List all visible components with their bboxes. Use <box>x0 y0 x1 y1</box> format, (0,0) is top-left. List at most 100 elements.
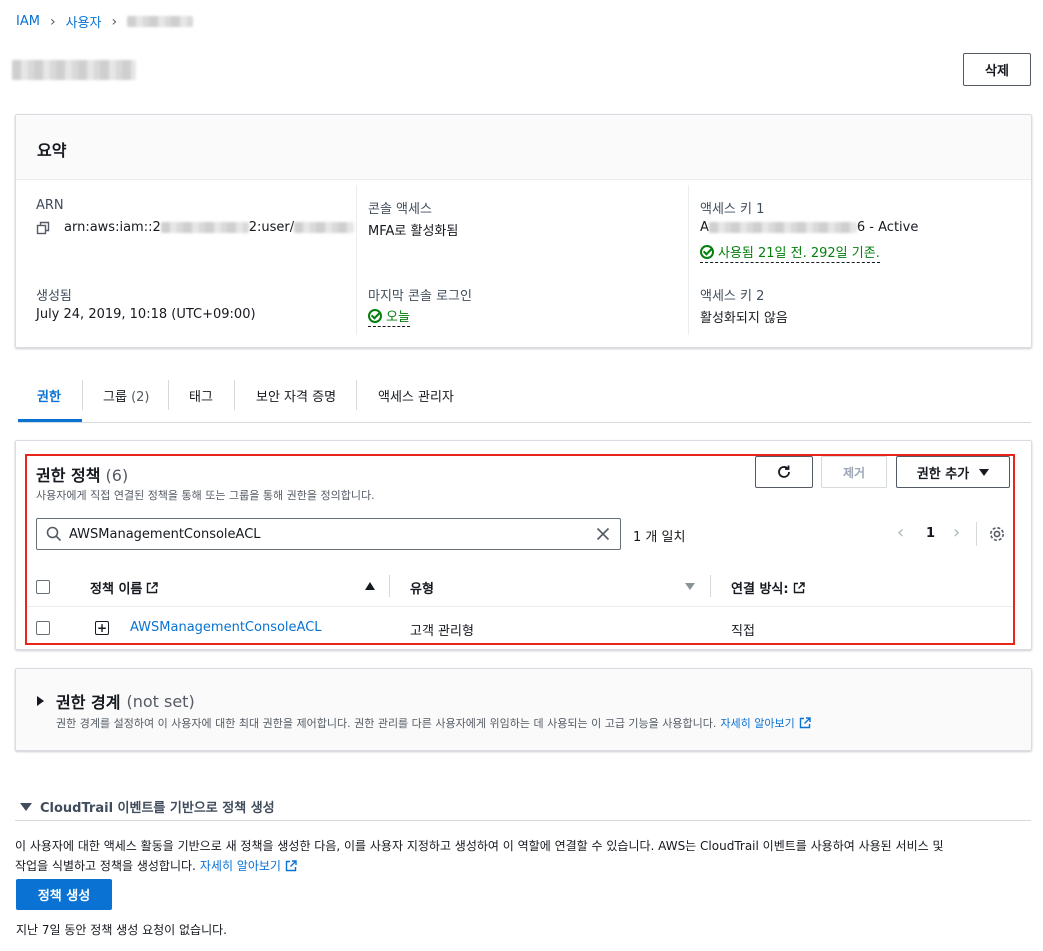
column-divider <box>710 575 711 597</box>
page-title-redacted <box>12 60 136 80</box>
tab-separator <box>356 380 357 410</box>
column-header-attached-via[interactable]: 연결 방식: <box>731 578 805 597</box>
summary-divider-1 <box>356 185 357 335</box>
permissions-description: 사용자에게 직접 연결된 정책을 통해 또는 그룹을 통해 권한을 정의합니다. <box>36 489 375 502</box>
sort-descending-icon[interactable] <box>685 583 695 590</box>
tab-separator <box>234 380 235 410</box>
success-check-icon <box>368 309 382 323</box>
column-header-policy-name[interactable]: 정책 이름 <box>90 578 159 597</box>
add-permissions-button[interactable]: 권한 추가 <box>896 456 1010 488</box>
search-field[interactable]: AWSManagementConsoleACL <box>36 518 621 550</box>
external-link-icon <box>793 581 805 593</box>
tabs-baseline <box>18 422 1031 423</box>
tab-separator <box>168 380 169 410</box>
created-value: July 24, 2019, 10:18 (UTC+09:00) <box>36 307 256 322</box>
pagination-separator <box>976 522 977 546</box>
expand-row-icon[interactable]: + <box>95 621 109 635</box>
search-icon <box>46 526 62 542</box>
permissions-boundary-header[interactable]: 권한 경계 (not set) <box>37 689 195 713</box>
summary-title: 요약 <box>37 141 67 160</box>
breadcrumb-iam-link[interactable]: IAM <box>16 14 40 29</box>
tab-groups-count: (2) <box>131 390 150 405</box>
console-access-value: MFA로 활성화됨 <box>368 224 459 239</box>
search-input[interactable]: AWSManagementConsoleACL <box>69 527 596 542</box>
tab-permissions[interactable]: 권한 <box>37 386 61 405</box>
breadcrumb-username-redacted <box>127 16 194 27</box>
column-divider <box>389 575 390 597</box>
cloudtrail-description-line2: 작업을 식별하고 정책을 생성합니다. <box>15 859 196 873</box>
arn-username-redacted <box>294 222 355 233</box>
console-access-label: 콘솔 액세스 <box>368 202 432 217</box>
access-key-1-status[interactable]: 사용됨 21일 전. 292일 기존. <box>700 242 880 263</box>
column-header-attached-via-label: 연결 방식: <box>731 582 789 597</box>
access-key-1-status-text: 사용됨 21일 전. 292일 기존. <box>718 246 880 261</box>
caret-down-icon <box>979 468 990 476</box>
tab-security-credentials[interactable]: 보안 자격 증명 <box>256 386 336 405</box>
row-checkbox[interactable] <box>36 621 50 635</box>
permissions-boundary-status: (not set) <box>126 691 195 711</box>
tab-separator <box>82 380 83 410</box>
select-all-checkbox[interactable] <box>36 580 50 594</box>
access-key-2-value: 활성화되지 않음 <box>700 311 788 326</box>
success-check-icon <box>700 245 714 259</box>
policy-attach-cell: 직접 <box>731 624 755 639</box>
policy-name-link[interactable]: AWSManagementConsoleACL <box>130 620 322 635</box>
arn-value: arn:aws:iam::2 2:user/ <box>36 220 355 235</box>
cloudtrail-divider <box>15 820 1031 821</box>
match-count: 1 개 일치 <box>633 530 686 545</box>
delete-user-button[interactable]: 삭제 <box>963 53 1031 86</box>
external-link-icon <box>799 717 811 729</box>
cloudtrail-description: 이 사용자에 대한 액세스 활동을 기반으로 새 정책을 생성한 다음, 이를 … <box>15 836 1035 876</box>
arn-prefix: arn:aws:iam::2 <box>64 220 161 235</box>
chevron-right-icon: › <box>111 13 118 30</box>
last-login-text: 오늘 <box>386 310 410 325</box>
summary-divider-2 <box>688 185 689 335</box>
cloudtrail-title: CloudTrail 이벤트를 기반으로 정책 생성 <box>40 801 275 816</box>
settings-gear-icon[interactable] <box>988 525 1006 543</box>
tab-access-advisor[interactable]: 액세스 관리자 <box>378 386 454 405</box>
access-key-1-suffix: 6 - Active <box>856 220 919 235</box>
clear-search-icon[interactable] <box>596 527 610 541</box>
pagination-prev-icon[interactable]: ‹ <box>897 522 904 543</box>
access-key-1-prefix: A <box>700 220 709 235</box>
boundary-learn-more-link[interactable]: 자세히 알아보기 <box>720 715 794 731</box>
cloudtrail-description-line1: 이 사용자에 대한 액세스 활동을 기반으로 새 정책을 생성한 다음, 이를 … <box>15 839 944 853</box>
remove-button[interactable]: 제거 <box>821 456 887 488</box>
tab-tags[interactable]: 태그 <box>189 386 213 405</box>
generate-policy-button[interactable]: 정책 생성 <box>16 879 112 910</box>
caret-down-icon <box>20 802 32 811</box>
pagination-current-page[interactable]: 1 <box>926 526 935 541</box>
permissions-title-text: 권한 정책 <box>36 466 101 485</box>
permissions-count: (6) <box>105 466 129 485</box>
breadcrumb-users-link[interactable]: 사용자 <box>66 12 102 31</box>
pagination-next-icon[interactable]: › <box>953 522 960 543</box>
permissions-boundary-title: 권한 경계 <box>56 693 121 712</box>
cloudtrail-description-line2-wrap: 작업을 식별하고 정책을 생성합니다. 자세히 알아보기 <box>15 856 1035 876</box>
external-link-icon <box>147 581 159 593</box>
copy-icon[interactable] <box>36 221 50 235</box>
arn-mid: 2:user/ <box>248 220 295 235</box>
refresh-button[interactable] <box>755 456 813 488</box>
external-link-icon <box>285 860 297 872</box>
arn-label: ARN <box>36 198 64 213</box>
tab-groups[interactable]: 그룹 (2) <box>103 386 149 405</box>
access-key-2-label: 액세스 키 2 <box>700 289 765 304</box>
column-header-type[interactable]: 유형 <box>410 578 434 597</box>
add-permissions-label: 권한 추가 <box>916 466 970 482</box>
chevron-right-icon: › <box>49 13 56 30</box>
cloudtrail-section-header[interactable]: CloudTrail 이벤트를 기반으로 정책 생성 <box>20 797 275 816</box>
tab-groups-label: 그룹 <box>103 390 127 405</box>
sort-ascending-icon[interactable] <box>365 582 375 590</box>
last-login-value[interactable]: 오늘 <box>368 306 410 327</box>
no-generation-requests: 지난 7일 동안 정책 생성 요청이 없습니다. <box>16 923 227 937</box>
column-header-policy-name-label: 정책 이름 <box>90 582 143 597</box>
boundary-description-text: 권한 경계를 설정하여 이 사용자에 대한 최대 권한을 제어합니다. 권한 관… <box>56 717 717 730</box>
account-id-redacted <box>160 222 249 233</box>
refresh-icon <box>778 465 790 478</box>
summary-header: 요약 <box>16 115 1031 180</box>
last-login-label: 마지막 콘솔 로그인 <box>368 289 472 304</box>
policy-type-cell: 고객 관리형 <box>410 624 474 639</box>
access-key-id-redacted <box>708 222 857 233</box>
breadcrumb: IAM › 사용자 › <box>16 12 194 31</box>
cloudtrail-learn-more-link[interactable]: 자세히 알아보기 <box>200 856 281 876</box>
